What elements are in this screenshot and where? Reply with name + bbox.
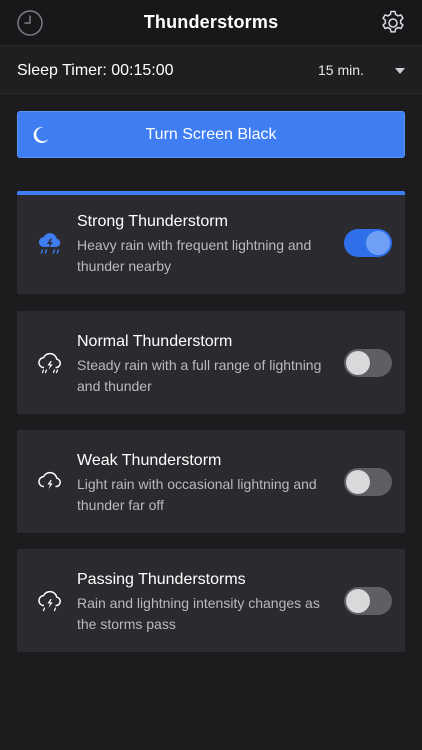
app-screen: Thunderstorms Sleep Timer: 00:15:00 15 m… (0, 0, 422, 750)
sound-title: Weak Thunderstorm (77, 452, 222, 469)
toggle-knob (346, 589, 370, 613)
page-title: Thunderstorms (143, 12, 279, 32)
sound-toggle[interactable] (344, 587, 392, 615)
sound-description: Heavy rain with frequent lightning and t… (77, 237, 312, 274)
sound-card-normal: Normal Thunderstorm Steady rain with a f… (17, 311, 405, 414)
sound-toggle[interactable] (344, 229, 392, 257)
sound-toggle[interactable] (344, 468, 392, 496)
chevron-down-icon[interactable] (395, 68, 405, 74)
storm-cloud-icon (38, 352, 61, 374)
turn-screen-black-button[interactable]: Turn Screen Black (17, 111, 405, 158)
sound-description: Rain and lightning intensity changes as … (77, 595, 320, 632)
clock-icon[interactable] (16, 9, 44, 37)
storm-cloud-icon (38, 233, 61, 254)
toggle-knob (366, 231, 390, 255)
gear-icon[interactable] (379, 9, 407, 37)
moon-icon (33, 126, 49, 143)
sound-description: Light rain with occasional lightning and… (77, 476, 317, 513)
sound-title: Passing Thunderstorms (77, 571, 246, 588)
sound-card-weak: Weak Thunderstorm Light rain with occasi… (17, 430, 405, 533)
sound-description: Steady rain with a full range of lightni… (77, 357, 322, 394)
sound-title: Strong Thunderstorm (77, 213, 228, 230)
sleep-timer-row: Sleep Timer: 00:15:00 15 min. (0, 45, 422, 94)
storm-cloud-icon (38, 471, 61, 489)
sound-toggle[interactable] (344, 349, 392, 377)
sound-title: Normal Thunderstorm (77, 333, 233, 350)
turn-screen-black-label: Turn Screen Black (145, 125, 277, 143)
sound-card-strong: Strong Thunderstorm Heavy rain with freq… (17, 191, 405, 294)
nav-bar: Thunderstorms (0, 0, 422, 45)
toggle-knob (346, 470, 370, 494)
sleep-timer-select[interactable]: 15 min. (318, 62, 364, 78)
sound-card-passing: Passing Thunderstorms Rain and lightning… (17, 549, 405, 652)
sleep-timer-label: Sleep Timer: 00:15:00 (17, 62, 174, 79)
toggle-knob (346, 351, 370, 375)
storm-cloud-icon (38, 590, 61, 612)
